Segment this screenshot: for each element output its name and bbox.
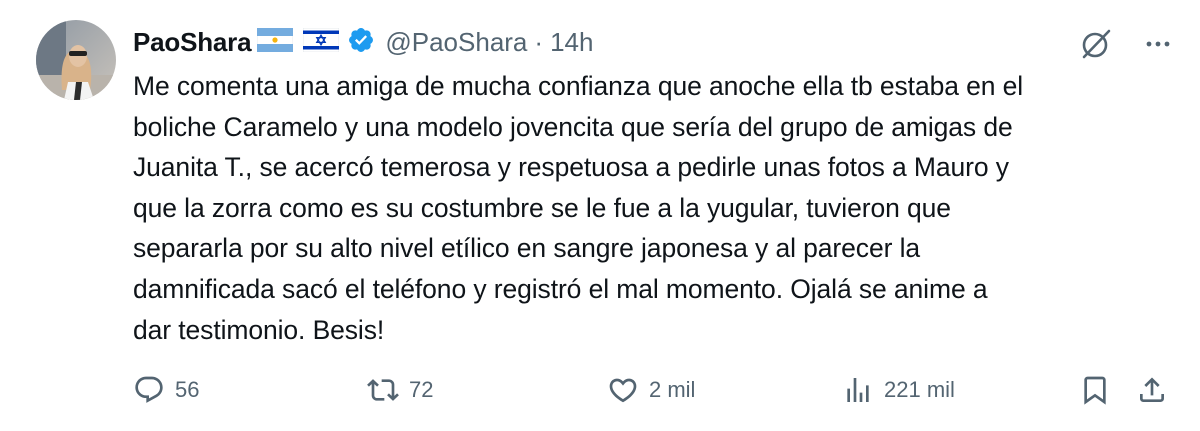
retweet-icon [367,374,399,406]
tweet-header: PaoShara @PaoShara · 14h [133,22,593,62]
retweet-button[interactable]: 72 [367,369,433,411]
views-count: 221 mil [884,377,955,402]
timestamp[interactable]: 14h [550,27,593,58]
avatar[interactable] [36,20,116,100]
like-button[interactable]: 2 mil [607,369,695,411]
share-icon [1136,374,1168,406]
tweet-text: Me comenta una amiga de mucha confianza … [133,71,1024,345]
more-icon[interactable] [1144,30,1172,58]
views-icon [842,374,874,406]
like-count: 2 mil [649,377,696,402]
tweet-top-actions [1078,26,1172,62]
grok-icon[interactable] [1078,26,1114,62]
verified-badge-icon[interactable] [347,26,375,59]
like-icon [607,374,639,406]
bookmark-icon [1079,374,1111,406]
separator-dot: · [534,26,544,57]
israel-flag-icon [303,27,340,57]
tweet: PaoShara @PaoShara · 14h Me comenta una … [0,0,1200,431]
argentina-flag-icon [257,27,294,57]
reply-icon [133,374,165,406]
handle[interactable]: @PaoShara [385,27,527,58]
reply-count: 56 [175,377,200,402]
views-button[interactable]: 221 mil [842,369,955,411]
tweet-actions: 56 72 2 mil 221 mil [0,369,1200,411]
share-button[interactable] [1136,369,1168,411]
display-name[interactable]: PaoShara [133,27,252,58]
retweet-count: 72 [409,377,434,402]
bookmark-button[interactable] [1079,369,1111,411]
reply-button[interactable]: 56 [133,369,199,411]
